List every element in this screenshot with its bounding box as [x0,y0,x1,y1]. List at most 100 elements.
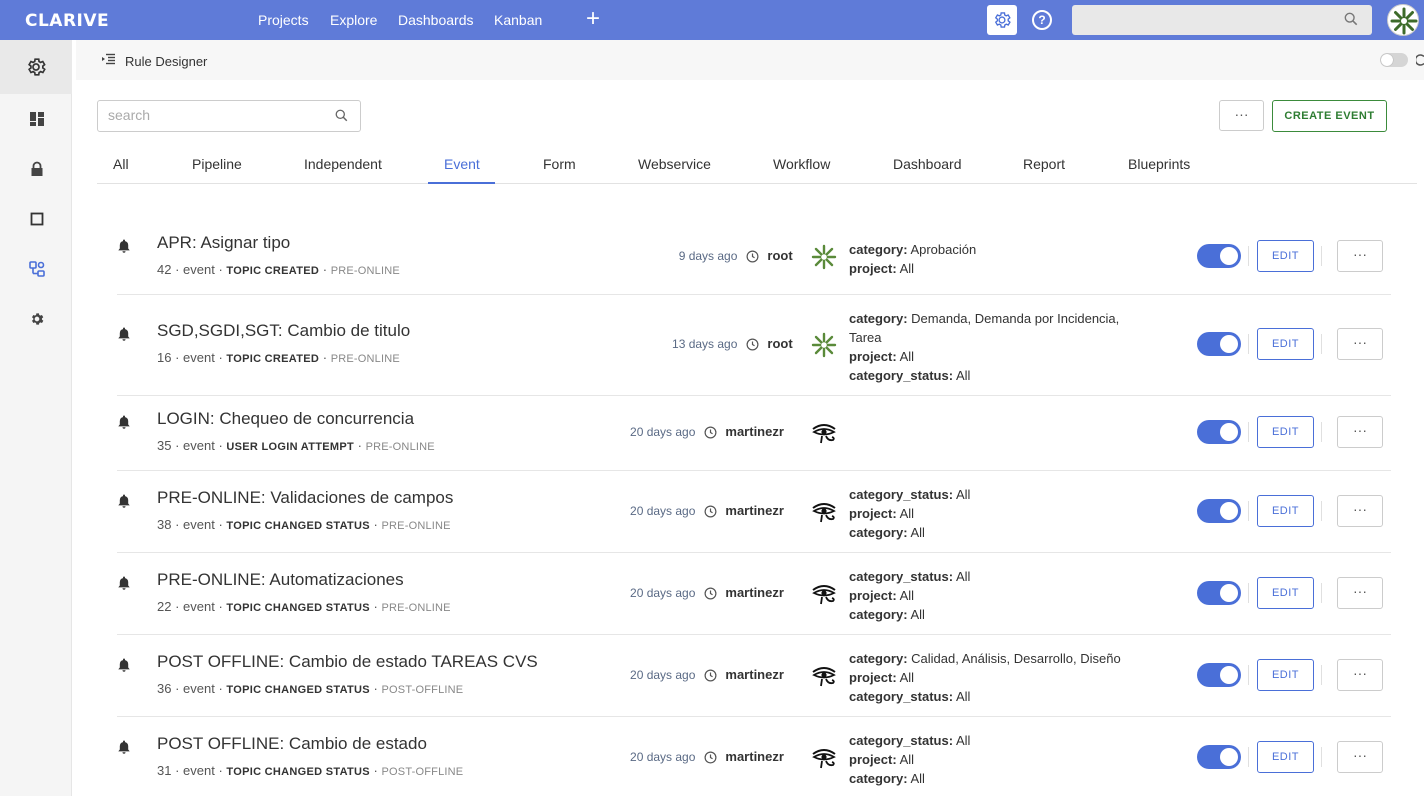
rule-timestamp: 20 days ago [630,668,696,682]
rule-author[interactable]: root [767,248,792,263]
clock-icon [746,338,759,356]
rule-title[interactable]: LOGIN: Chequeo de concurrencia [157,409,414,429]
property-value: Aprobación [910,242,977,257]
property-key: project: [849,349,897,364]
divider [1248,583,1249,603]
rule-author[interactable]: martinezr [725,424,784,439]
clock-icon [704,426,717,444]
row-more-button[interactable]: ··· [1337,416,1383,448]
tab-independent[interactable]: Independent [304,156,382,172]
tab-pipeline[interactable]: Pipeline [192,156,242,172]
edit-button[interactable]: EDIT [1257,659,1314,691]
edit-button[interactable]: EDIT [1257,741,1314,773]
nav-dashboards[interactable]: Dashboards [398,12,474,28]
rule-search-field[interactable] [97,100,361,132]
row-more-button[interactable]: ··· [1337,577,1383,609]
rule-row[interactable]: LOGIN: Chequeo de concurrencia 35 · event… [117,396,1391,471]
bell-icon [117,238,131,259]
rule-property: category: All [849,523,1149,542]
tab-webservice[interactable]: Webservice [638,156,711,172]
clarive-logo[interactable]: CLARIVE [25,11,109,31]
nav-projects[interactable]: Projects [258,12,309,28]
sidebar-item-dashboard[interactable] [26,108,48,130]
tab-blueprints[interactable]: Blueprints [1128,156,1190,172]
more-options-button[interactable]: ··· [1219,100,1264,131]
property-key: category: [849,651,908,666]
tab-event[interactable]: Event [444,156,480,172]
refresh-icon[interactable] [1416,53,1424,67]
bell-icon [117,493,131,514]
rule-author[interactable]: martinezr [725,585,784,600]
property-key: category_status: [849,487,954,502]
rule-trigger: TOPIC CHANGED STATUS [226,602,370,614]
panel-toggle[interactable] [1380,53,1408,67]
add-icon[interactable]: + [583,7,603,31]
clock-icon [704,751,717,769]
row-more-button[interactable]: ··· [1337,240,1383,272]
menu-list-icon[interactable] [102,53,115,65]
rule-enabled-toggle[interactable] [1197,745,1241,769]
edit-button[interactable]: EDIT [1257,416,1314,448]
rule-title[interactable]: SGD,SGDI,SGT: Cambio de titulo [157,321,410,341]
nav-kanban[interactable]: Kanban [494,12,542,28]
sidebar-item-admin[interactable] [0,40,72,94]
tab-dashboard[interactable]: Dashboard [893,156,962,172]
search-input[interactable] [108,107,328,123]
rule-author[interactable]: root [767,336,792,351]
edit-button[interactable]: EDIT [1257,577,1314,609]
create-event-button[interactable]: CREATE EVENT [1272,100,1387,132]
rule-property: category_status: All [849,731,1149,750]
sidebar-item-security[interactable] [26,158,48,180]
rule-enabled-toggle[interactable] [1197,581,1241,605]
rule-title[interactable]: PRE-ONLINE: Automatizaciones [157,570,404,590]
search-icon [335,109,348,122]
rule-title[interactable]: APR: Asignar tipo [157,233,290,253]
rule-author[interactable]: martinezr [725,667,784,682]
rule-author[interactable]: martinezr [725,749,784,764]
clock-icon [704,669,717,687]
divider [1248,246,1249,266]
rule-title[interactable]: PRE-ONLINE: Validaciones de campos [157,488,453,508]
edit-button[interactable]: EDIT [1257,240,1314,272]
rule-title[interactable]: POST OFFLINE: Cambio de estado [157,734,427,754]
sidebar-item-rules[interactable] [26,258,48,280]
rule-enabled-toggle[interactable] [1197,420,1241,444]
tab-all[interactable]: All [113,156,129,172]
rule-row[interactable]: POST OFFLINE: Cambio de estado 31 · event… [117,717,1391,796]
rule-row[interactable]: SGD,SGDI,SGT: Cambio de titulo 16 · event… [117,295,1391,396]
global-search-input[interactable] [1072,5,1372,35]
rule-enabled-toggle[interactable] [1197,244,1241,268]
eye-of-horus-avatar-icon [811,581,837,607]
rule-row[interactable]: PRE-ONLINE: Automatizaciones 22 · event ·… [117,553,1391,635]
rule-author[interactable]: martinezr [725,503,784,518]
nav-explore[interactable]: Explore [330,12,377,28]
rule-enabled-toggle[interactable] [1197,332,1241,356]
property-key: category: [849,311,908,326]
rule-row[interactable]: APR: Asignar tipo 42 · event · TOPIC CREA… [117,220,1391,295]
divider [1248,665,1249,685]
row-more-button[interactable]: ··· [1337,328,1383,360]
row-more-button[interactable]: ··· [1337,659,1383,691]
rule-row[interactable]: POST OFFLINE: Cambio de estado TAREAS CV… [117,635,1391,717]
tab-workflow[interactable]: Workflow [773,156,830,172]
rule-enabled-toggle[interactable] [1197,499,1241,523]
tab-report[interactable]: Report [1023,156,1065,172]
edit-button[interactable]: EDIT [1257,495,1314,527]
sidebar-item-box[interactable] [26,208,48,230]
edit-button[interactable]: EDIT [1257,328,1314,360]
user-avatar[interactable] [1387,4,1419,36]
help-icon[interactable]: ? [1032,10,1052,30]
rule-enabled-toggle[interactable] [1197,663,1241,687]
row-more-button[interactable]: ··· [1337,495,1383,527]
tab-form[interactable]: Form [543,156,576,172]
rule-title[interactable]: POST OFFLINE: Cambio de estado TAREAS CV… [157,652,538,672]
property-value: Tarea [849,330,882,345]
bell-icon [117,414,131,435]
divider [1248,422,1249,442]
rule-row[interactable]: PRE-ONLINE: Validaciones de campos 38 · e… [117,471,1391,553]
divider [1321,665,1322,685]
rule-id: 16 [157,350,172,365]
sidebar-item-settings[interactable] [26,308,48,330]
row-more-button[interactable]: ··· [1337,741,1383,773]
settings-button[interactable] [987,5,1017,35]
